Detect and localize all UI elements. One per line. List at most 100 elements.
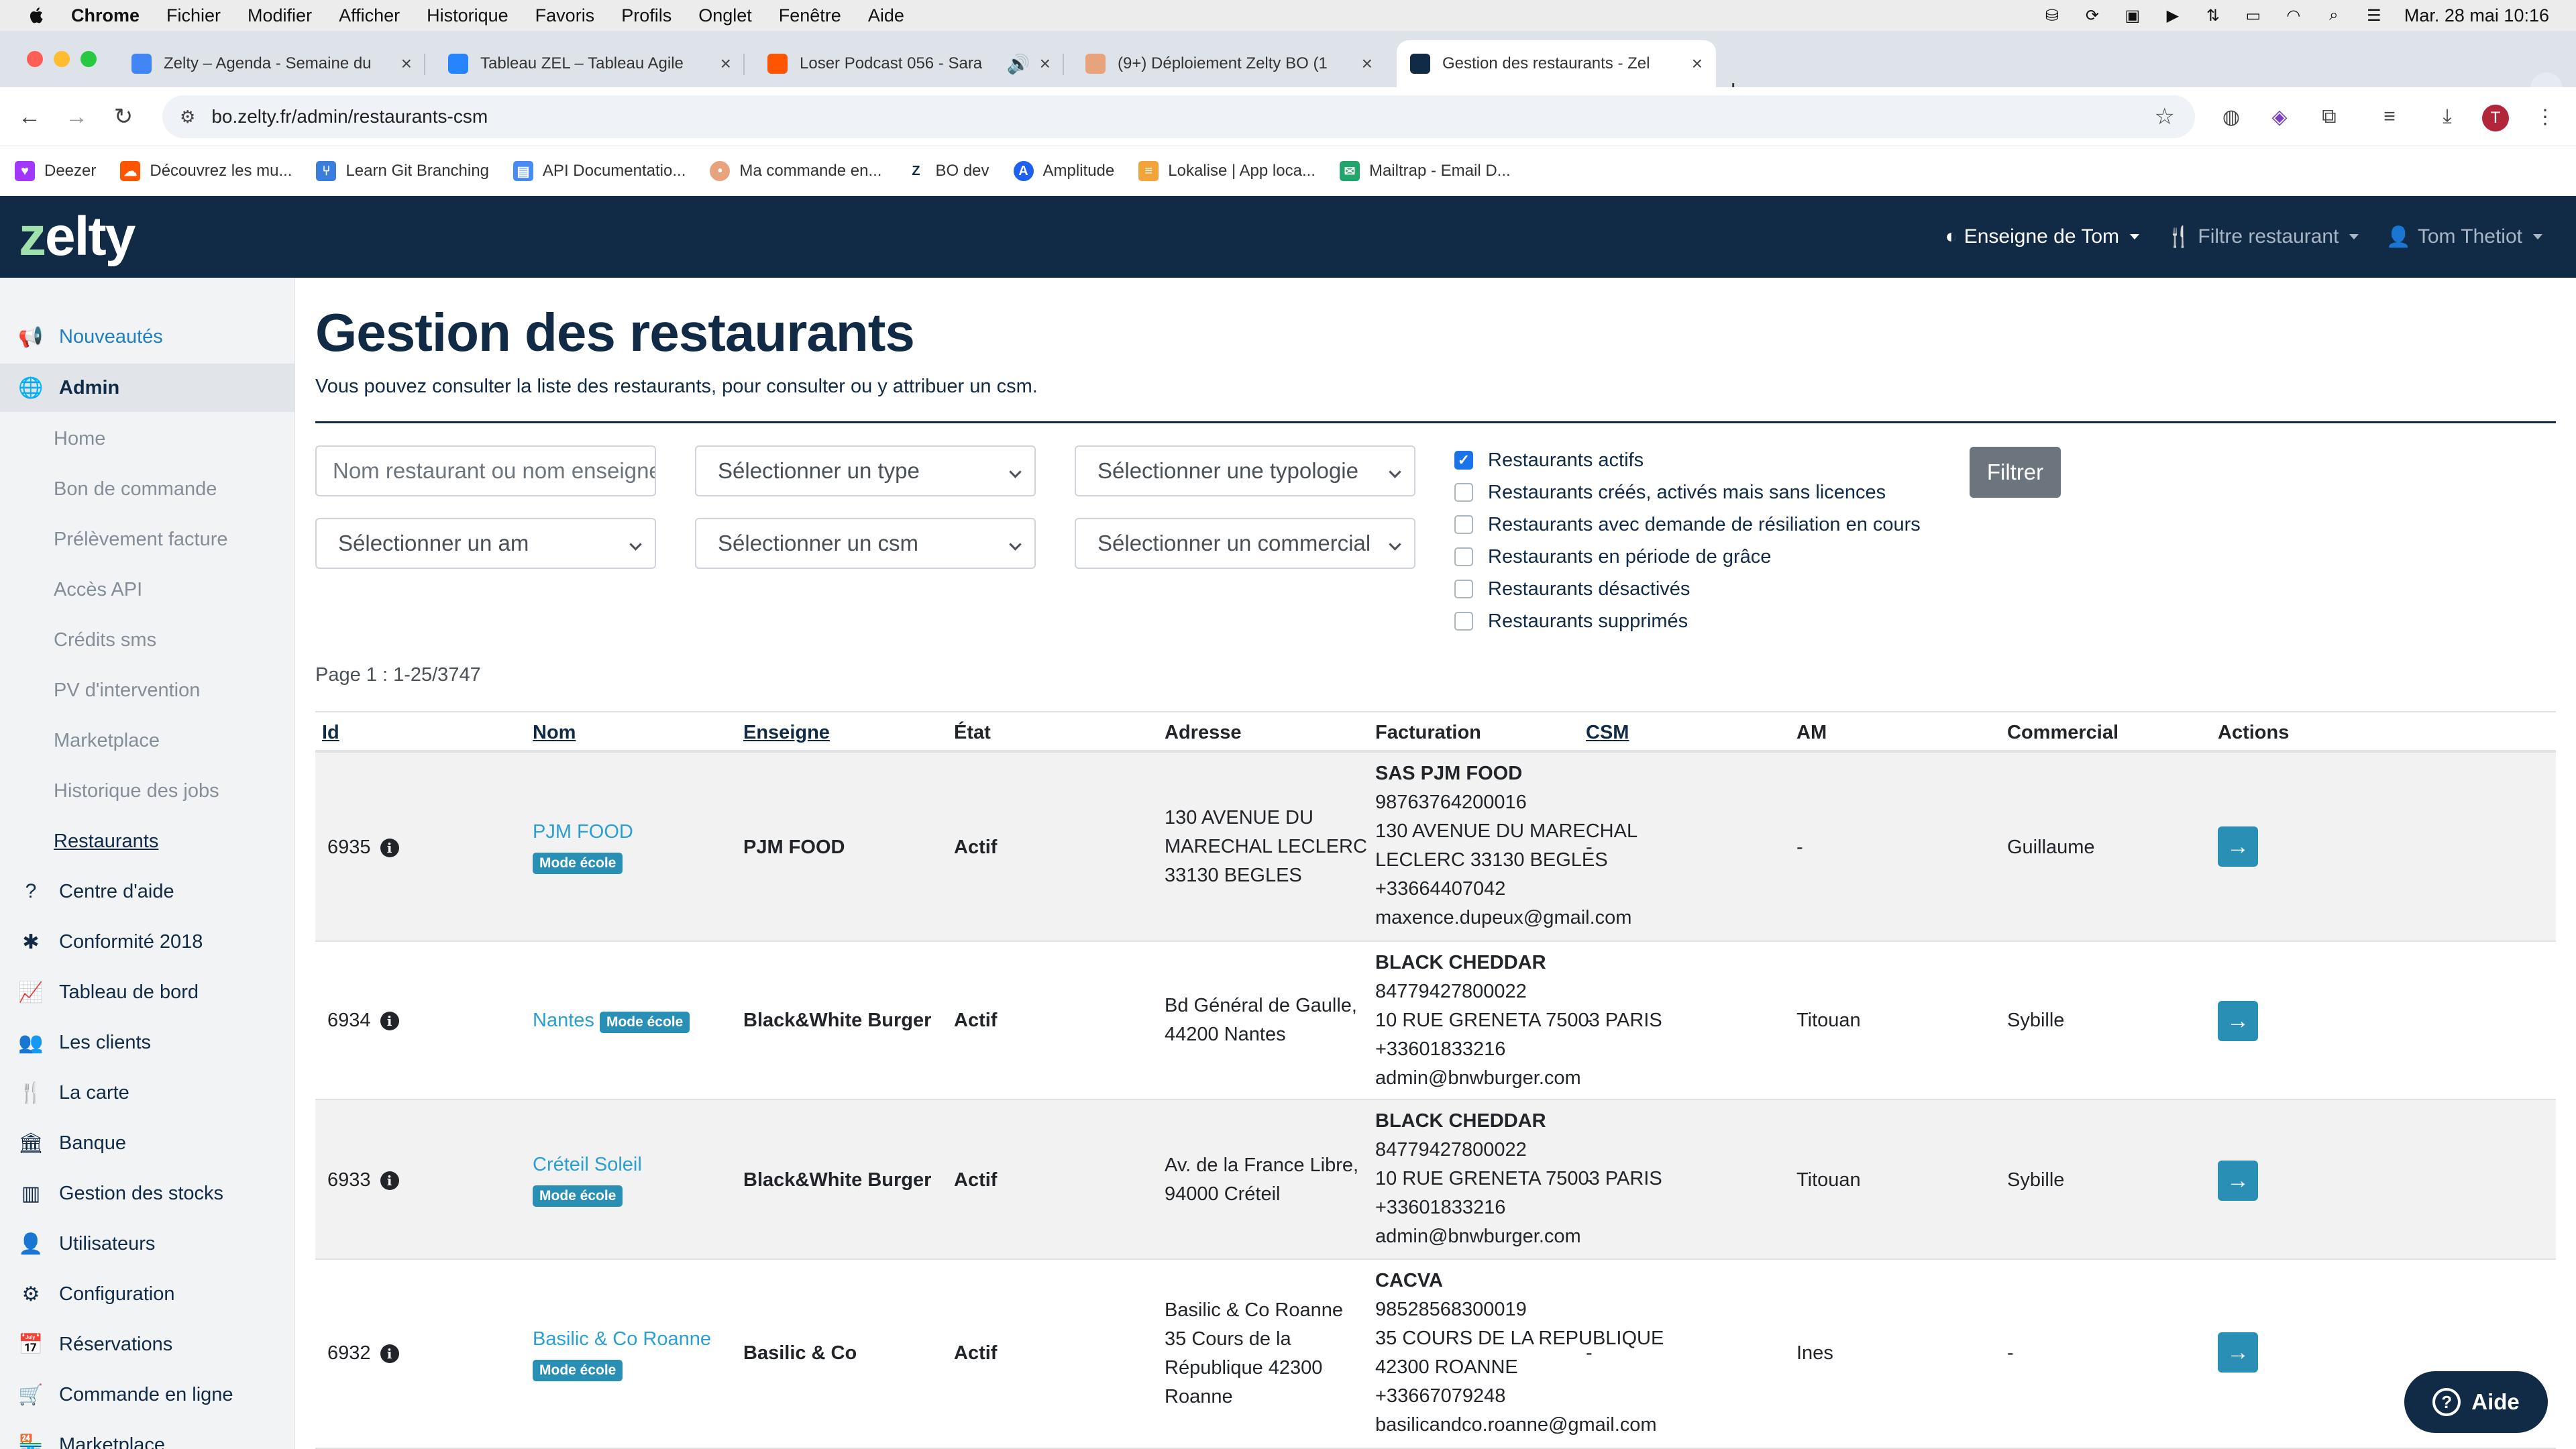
checkbox-restaurants-sans-licences[interactable]: Restaurants créés, activés mais sans lic… xyxy=(1454,479,1886,506)
bookmark-lokalise[interactable]: ≡ Lokalise | App loca... xyxy=(1138,161,1316,181)
typology-select[interactable]: Sélectionner une typologie xyxy=(1075,445,1415,496)
checkbox-box[interactable] xyxy=(1454,612,1473,631)
sidebar-subitem-acces-api[interactable]: Accès API xyxy=(0,566,294,614)
sidebar-subitem-marketplace[interactable]: Marketplace xyxy=(0,716,294,765)
checkbox-box[interactable] xyxy=(1454,483,1473,502)
column-header-enseigne[interactable]: Enseigne xyxy=(743,722,830,744)
browser-tab-jira[interactable]: Tableau ZEL – Tableau Agile × xyxy=(435,40,745,87)
sidebar-subitem-credits-sms[interactable]: Crédits sms xyxy=(0,616,294,664)
sidebar-subitem-restaurants[interactable]: Restaurants xyxy=(0,817,294,865)
site-settings-icon[interactable]: ⚙ xyxy=(180,107,195,127)
close-tab-icon[interactable]: × xyxy=(1040,53,1051,74)
sidebar-subitem-historique-jobs[interactable]: Historique des jobs xyxy=(0,767,294,815)
sidebar-item-tableau-de-bord[interactable]: 📈 Tableau de bord xyxy=(0,968,294,1016)
sidebar-subitem-bon-de-commande[interactable]: Bon de commande xyxy=(0,465,294,513)
sidebar-item-marketplace[interactable]: 🏪 Marketplace xyxy=(0,1421,294,1449)
column-header-csm[interactable]: CSM xyxy=(1586,722,1629,744)
sidebar-item-reservations[interactable]: 📅 Réservations xyxy=(0,1320,294,1368)
back-arrow-icon[interactable]: ← xyxy=(13,101,46,133)
restaurant-name-link[interactable]: Basilic & Co Roanne xyxy=(533,1328,711,1350)
extension-icon[interactable]: ◈ xyxy=(2265,102,2294,131)
row-open-button[interactable]: → xyxy=(2218,1001,2258,1041)
csm-select[interactable]: Sélectionner un csm xyxy=(695,518,1036,569)
menu-afficher[interactable]: Afficher xyxy=(339,5,400,26)
filter-button[interactable]: Filtrer xyxy=(1970,447,2061,498)
checkbox-box[interactable] xyxy=(1454,580,1473,598)
extension-status-icon[interactable]: ⛁ xyxy=(2042,5,2062,25)
reading-list-icon[interactable]: ≡ xyxy=(2375,102,2404,131)
close-tab-icon[interactable]: × xyxy=(401,53,412,74)
sidebar-item-banque[interactable]: 🏛 Banque xyxy=(0,1119,294,1167)
window-close-button[interactable] xyxy=(27,51,43,67)
checkbox-restaurants-desactives[interactable]: Restaurants désactivés xyxy=(1454,576,1690,602)
password-manager-icon[interactable]: ◍ xyxy=(2216,102,2246,131)
window-zoom-button[interactable] xyxy=(80,51,97,67)
sidebar-subitem-home[interactable]: Home xyxy=(0,415,294,463)
user-dropdown[interactable]: 👤 Tom Thetiot xyxy=(2385,225,2542,249)
restaurant-name-link[interactable]: Nantes xyxy=(533,1010,594,1031)
apple-icon[interactable] xyxy=(27,5,47,25)
checkbox-box[interactable] xyxy=(1454,515,1473,534)
menu-favoris[interactable]: Favoris xyxy=(535,5,595,26)
reload-icon[interactable]: ↻ xyxy=(107,101,140,133)
menu-aide[interactable]: Aide xyxy=(868,5,904,26)
menu-fenetre[interactable]: Fenêtre xyxy=(779,5,841,26)
notion-status-icon[interactable]: ▣ xyxy=(2123,5,2143,25)
close-tab-icon[interactable]: × xyxy=(1692,53,1703,74)
checkbox-restaurants-supprimes[interactable]: Restaurants supprimés xyxy=(1454,608,1688,635)
network-status-icon[interactable]: ⇅ xyxy=(2203,5,2223,25)
sidebar-item-nouveautes[interactable]: 📢 Nouveautés xyxy=(0,313,294,361)
info-icon[interactable]: i xyxy=(380,1344,399,1364)
menu-onglet[interactable]: Onglet xyxy=(698,5,752,26)
close-tab-icon[interactable]: × xyxy=(1362,53,1373,74)
column-header-id[interactable]: Id xyxy=(322,722,339,744)
restaurant-name-link[interactable]: PJM FOOD xyxy=(533,821,633,843)
bookmark-api-doc[interactable]: ▤ API Documentatio... xyxy=(513,161,686,181)
bookmark-amplitude[interactable]: A Amplitude xyxy=(1013,161,1114,181)
help-button[interactable]: ? Aide xyxy=(2404,1371,2548,1433)
browser-tab-gestion-restaurants[interactable]: Gestion des restaurants - Zel × xyxy=(1397,40,1716,87)
sidebar-item-commande-en-ligne[interactable]: 🛒 Commande en ligne xyxy=(0,1371,294,1419)
browser-menu-icon[interactable]: ⋮ xyxy=(2530,102,2560,131)
column-header-nom[interactable]: Nom xyxy=(533,722,576,744)
commercial-select[interactable]: Sélectionner un commercial xyxy=(1075,518,1415,569)
info-icon[interactable]: i xyxy=(380,839,399,858)
info-icon[interactable]: i xyxy=(380,1012,399,1031)
brand-dropdown[interactable]: ◐ Enseigne de Tom xyxy=(1945,225,2140,248)
window-minimize-button[interactable] xyxy=(54,51,70,67)
bookmark-star-icon[interactable]: ☆ xyxy=(2155,103,2175,130)
menu-app-name[interactable]: Chrome xyxy=(71,5,140,26)
row-open-button[interactable]: → xyxy=(2218,1332,2258,1373)
bookmark-bo-dev[interactable]: Z BO dev xyxy=(906,161,989,181)
close-tab-icon[interactable]: × xyxy=(720,53,731,74)
restaurant-name-link[interactable]: Créteil Soleil xyxy=(533,1154,642,1175)
sidebar-item-conformite[interactable]: ✱ Conformité 2018 xyxy=(0,918,294,966)
row-open-button[interactable]: → xyxy=(2218,826,2258,867)
sidebar-item-configuration[interactable]: ⚙ Configuration xyxy=(0,1270,294,1318)
bookmark-learn-git[interactable]: ⑂ Learn Git Branching xyxy=(316,161,489,181)
spotlight-search-icon[interactable]: ⌕ xyxy=(2324,5,2344,25)
menu-modifier[interactable]: Modifier xyxy=(248,5,312,26)
menu-fichier[interactable]: Fichier xyxy=(166,5,221,26)
battery-icon[interactable]: ▭ xyxy=(2243,5,2263,25)
sidebar-subitem-pv-intervention[interactable]: PV d'intervention xyxy=(0,666,294,714)
am-select[interactable]: Sélectionner un am xyxy=(315,518,656,569)
sidebar-item-utilisateurs[interactable]: 👤 Utilisateurs xyxy=(0,1220,294,1268)
checkbox-restaurants-grace[interactable]: Restaurants en période de grâce xyxy=(1454,543,1771,570)
browser-tab-agenda[interactable]: Zelty – Agenda - Semaine du × xyxy=(118,40,425,87)
extensions-puzzle-icon[interactable]: ⧉ xyxy=(2314,102,2344,131)
menu-historique[interactable]: Historique xyxy=(427,5,508,26)
bookmark-soundcloud[interactable]: ☁ Découvrez les mu... xyxy=(120,161,292,181)
search-restaurant-field[interactable] xyxy=(333,458,655,484)
restaurant-filter-dropdown[interactable]: 🍴 Filtre restaurant xyxy=(2166,225,2359,249)
sidebar-subitem-prelevement-facture[interactable]: Prélèvement facture xyxy=(0,515,294,564)
browser-tab-podcast[interactable]: Loser Podcast 056 - Sara 🔊 × xyxy=(754,40,1064,87)
checkbox-restaurants-actifs[interactable]: ✓ Restaurants actifs xyxy=(1454,447,1644,474)
sidebar-item-la-carte[interactable]: 🍴 La carte xyxy=(0,1069,294,1117)
url-text[interactable]: bo.zelty.fr/admin/restaurants-csm xyxy=(211,106,488,127)
sidebar-item-les-clients[interactable]: 👥 Les clients xyxy=(0,1018,294,1067)
search-restaurant-input[interactable] xyxy=(315,445,656,496)
forward-arrow-icon[interactable]: → xyxy=(60,101,93,133)
bookmark-mailtrap[interactable]: ✉ Mailtrap - Email D... xyxy=(1339,161,1511,181)
sidebar-item-admin[interactable]: 🌐 Admin xyxy=(0,364,294,412)
